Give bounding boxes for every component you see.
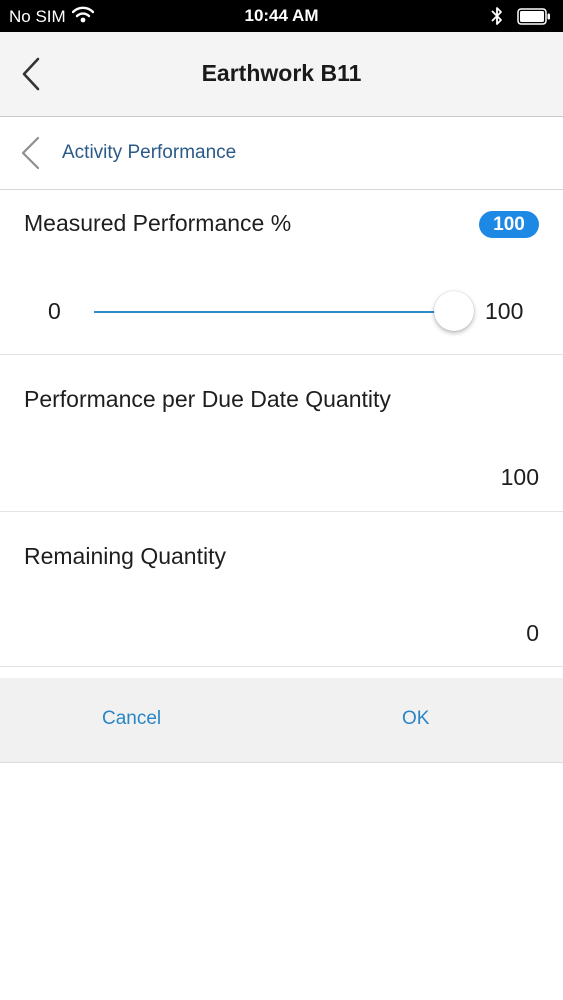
measured-performance-badge: 100 [479, 211, 539, 238]
remaining-quantity-section: Remaining Quantity 0 [0, 512, 563, 667]
status-time: 10:44 AM [244, 6, 319, 25]
remaining-quantity-label: Remaining Quantity [24, 543, 226, 569]
battery-icon [517, 7, 551, 30]
sub-back-chevron-icon[interactable] [18, 134, 44, 172]
status-right [491, 6, 551, 31]
measured-performance-label: Measured Performance % [24, 210, 292, 236]
status-bar: No SIM 10:44 AM [0, 0, 563, 32]
measured-performance-section: Measured Performance % 100 0 100 [0, 190, 563, 355]
performance-slider-thumb[interactable] [434, 291, 474, 331]
sub-nav-title[interactable]: Activity Performance [62, 142, 236, 164]
performance-slider-track[interactable] [94, 311, 454, 313]
performance-due-value[interactable]: 100 [501, 464, 539, 491]
slider-min-label: 0 [48, 298, 61, 324]
page-title: Earthwork B11 [201, 60, 362, 86]
cancel-button[interactable]: Cancel [102, 708, 161, 730]
ok-button[interactable]: OK [402, 708, 429, 730]
navigation-bar: Earthwork B11 [0, 32, 563, 117]
performance-due-section: Performance per Due Date Quantity 100 [0, 355, 563, 512]
action-bar: Cancel OK [0, 678, 563, 763]
performance-due-label: Performance per Due Date Quantity [24, 386, 391, 412]
sub-navigation[interactable]: Activity Performance [0, 117, 563, 190]
slider-max-label: 100 [485, 298, 524, 324]
remaining-quantity-value[interactable]: 0 [526, 620, 539, 647]
bluetooth-icon [491, 6, 503, 31]
